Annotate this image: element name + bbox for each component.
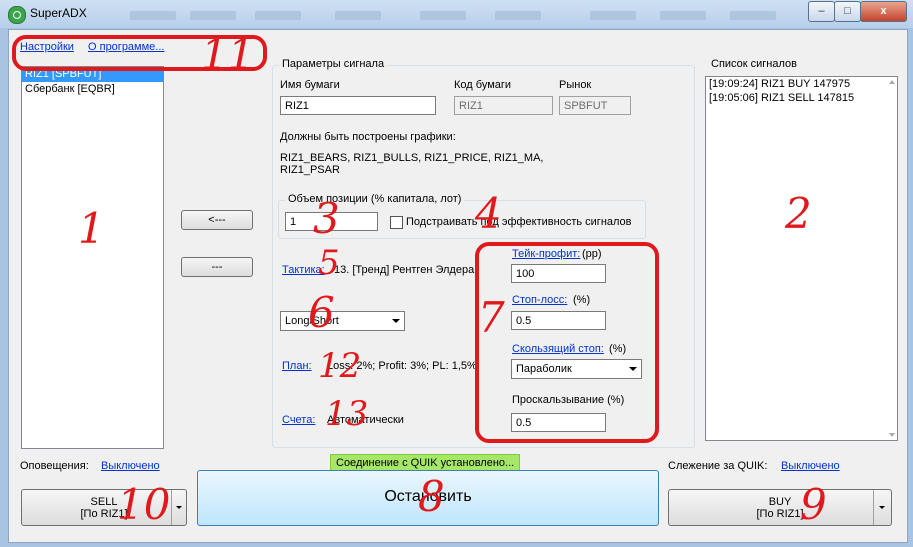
background-blur (495, 11, 541, 20)
annotation-number: 12 (318, 346, 362, 386)
list-item[interactable]: Сбербанк [EQBR] (22, 82, 163, 97)
close-icon: x (880, 5, 887, 17)
annotation-number: 7 (478, 293, 505, 342)
alerts-link[interactable]: Выключено (101, 460, 160, 472)
close-button[interactable]: x (860, 1, 907, 22)
chevron-down-icon (879, 506, 885, 509)
background-blur (590, 11, 636, 20)
annotation-number: 6 (308, 288, 335, 337)
background-blur (255, 11, 301, 20)
annotation-number: 2 (785, 189, 812, 238)
chevron-down-icon (176, 506, 182, 509)
main-panel: Настройки О программе... RIZ1 [SPBFUT] С… (8, 29, 908, 543)
accounts-link[interactable]: Счета: (282, 414, 315, 426)
alerts-label: Оповещения: (20, 460, 89, 472)
buy-button[interactable]: BUY [По RIZ1] (668, 489, 892, 526)
maximize-icon: □ (844, 5, 851, 17)
instrument-list[interactable]: RIZ1 [SPBFUT] Сбербанк [EQBR] (21, 66, 164, 449)
annotation-number: 8 (418, 472, 445, 521)
annotation-number: 9 (800, 480, 827, 529)
adapt-label: Подстраивать под эффективность сигналов (406, 216, 632, 228)
scroll-down-icon[interactable] (889, 433, 895, 437)
background-blur (335, 11, 381, 20)
group-title: Список сигналов (708, 58, 801, 70)
annotation-number: 1 (78, 204, 105, 253)
background-blur (660, 11, 706, 20)
group-title: Объем позиции (% капитала, лот) (285, 193, 465, 205)
buy-sublabel: [По RIZ1] (756, 508, 804, 520)
quik-watch-link[interactable]: Выключено (781, 460, 840, 472)
quik-watch-label: Слежение за QUIK: (668, 460, 768, 472)
tactic-value: 13. [Тренд] Рентген Элдера (334, 264, 475, 276)
sell-dropdown[interactable] (171, 490, 186, 525)
charts-required-label: Должны быть построены графики: (280, 131, 456, 143)
background-blur (190, 11, 236, 20)
background-blur (130, 11, 176, 20)
annotation-number: 3 (313, 194, 340, 243)
signals-list[interactable]: [19:09:24] RIZ1 BUY 147975 [19:05:06] RI… (705, 76, 898, 441)
add-button[interactable]: <--- (181, 210, 253, 230)
annotation-number: 5 (318, 243, 340, 283)
annotation-box-risk (475, 242, 659, 443)
title-bar[interactable]: SuperADX – □ x (0, 0, 913, 28)
background-blur (730, 11, 776, 20)
annotation-number: 4 (475, 189, 502, 238)
annotation-number: 10 (117, 480, 171, 529)
minimize-button[interactable]: – (808, 1, 835, 22)
window-title: SuperADX (30, 6, 87, 20)
list-item[interactable]: [19:05:06] RIZ1 SELL 147815 (706, 92, 897, 105)
list-item[interactable]: [19:09:24] RIZ1 BUY 147975 (706, 77, 897, 92)
maximize-button[interactable]: □ (834, 1, 861, 22)
scroll-up-icon[interactable] (889, 80, 895, 84)
security-name-input[interactable] (280, 96, 436, 115)
market-label: Рынок (559, 79, 592, 91)
charts-list-line2: RIZ1_PSAR (280, 164, 340, 176)
market-input (559, 96, 631, 115)
annotation-number: 11 (201, 30, 255, 79)
remove-button[interactable]: --- (181, 257, 253, 277)
annotation-number: 13 (325, 394, 369, 434)
security-code-input (454, 96, 553, 115)
group-title: Параметры сигнала (279, 58, 388, 70)
minimize-icon: – (818, 5, 825, 17)
window-frame: SuperADX – □ x Настройки О программе... … (0, 0, 913, 547)
buy-label: BUY (768, 496, 792, 508)
chevron-down-icon (392, 319, 400, 323)
security-code-label: Код бумаги (454, 79, 512, 91)
security-name-label: Имя бумаги (280, 79, 340, 91)
charts-list-line1: RIZ1_BEARS, RIZ1_BULLS, RIZ1_PRICE, RIZ1… (280, 152, 544, 164)
plan-link[interactable]: План: (282, 360, 312, 372)
background-blur (420, 11, 466, 20)
buy-dropdown[interactable] (873, 490, 891, 525)
app-icon (8, 6, 26, 24)
adapt-checkbox[interactable] (390, 216, 403, 229)
direction-select[interactable]: Long/Short (280, 311, 405, 331)
